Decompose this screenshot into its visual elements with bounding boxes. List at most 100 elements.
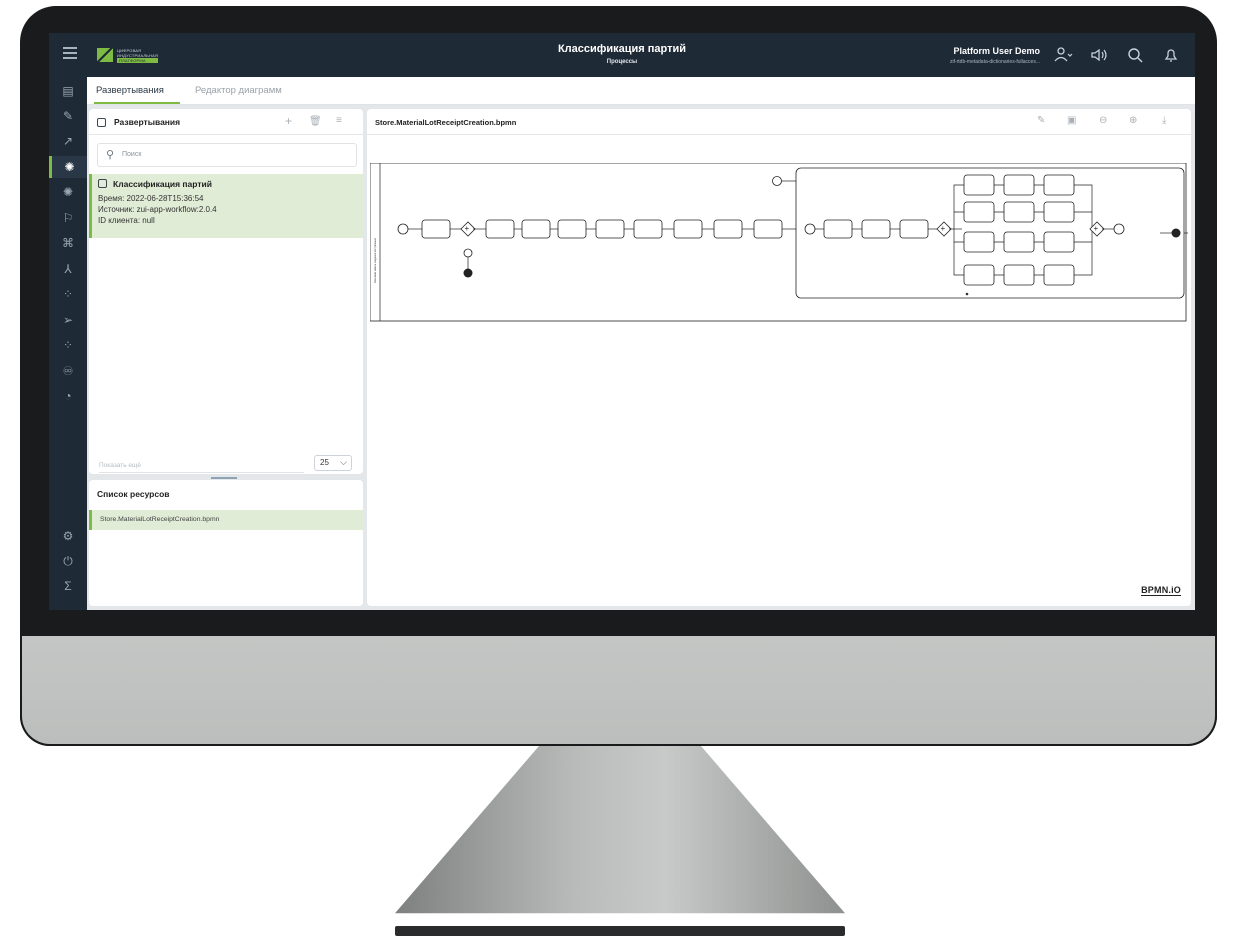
download-icon[interactable]: ⤓: [1162, 115, 1166, 126]
tab-deployments[interactable]: Развертывания: [96, 85, 164, 96]
deployment-title: Классификация партий: [113, 179, 212, 189]
task-box[interactable]: [1003, 231, 1035, 253]
deployments-header: Развертывания + 🗑 ≡: [89, 109, 363, 135]
task-box[interactable]: [1003, 174, 1035, 196]
subprocess-end-event[interactable]: [1113, 223, 1125, 235]
select-all-checkbox[interactable]: [97, 118, 106, 127]
task-box[interactable]: [1003, 264, 1035, 286]
gateway-plus-icon: +: [1094, 224, 1099, 233]
sort-icon[interactable]: ≡: [336, 115, 342, 126]
deployment-item[interactable]: Классификация партий Время: 2022-06-28T1…: [89, 174, 363, 238]
rail-send-icon[interactable]: ➢: [49, 309, 87, 331]
sound-icon[interactable]: [1089, 45, 1109, 65]
search-icon[interactable]: [1125, 45, 1145, 65]
search-icon: ⚲: [106, 149, 115, 161]
task-box[interactable]: [1003, 201, 1035, 223]
rail-dashboard-icon[interactable]: ◔: [49, 385, 87, 407]
user-name[interactable]: Platform User Demo: [953, 46, 1040, 56]
rail-flag-icon[interactable]: ⚐: [49, 207, 87, 229]
task-box[interactable]: [963, 201, 995, 223]
task-box[interactable]: [753, 219, 783, 239]
subprocess-start-event[interactable]: [804, 223, 816, 235]
deployment-time: Время: 2022-06-28T15:36:54: [98, 194, 204, 203]
page-size-select[interactable]: 25 ⌵: [314, 455, 352, 471]
search-placeholder: Поиск: [122, 151, 142, 158]
resize-handle[interactable]: [211, 477, 237, 479]
resource-item[interactable]: Store.MaterialLotReceiptCreation.bpmn: [89, 510, 363, 530]
edit-icon[interactable]: ✎: [1037, 115, 1045, 126]
rail-settings-icon[interactable]: ⚙: [49, 525, 87, 547]
task-box[interactable]: [1043, 264, 1075, 286]
zoom-in-icon[interactable]: ⊕: [1129, 115, 1137, 126]
bpmn-io-watermark[interactable]: BPMN.iO: [1141, 585, 1181, 596]
end-event[interactable]: [463, 268, 473, 278]
screen: ЦИФРОВАЯ ИНДУСТРИАЛЬНАЯ ПЛАТФОРМА Класси…: [49, 33, 1195, 610]
user-icon[interactable]: [1053, 45, 1073, 65]
top-bar: ЦИФРОВАЯ ИНДУСТРИАЛЬНАЯ ПЛАТФОРМА Класси…: [49, 33, 1195, 77]
tab-diagram-editor[interactable]: Редактор диаграмм: [195, 85, 282, 96]
timer-event[interactable]: [772, 176, 782, 186]
task-box[interactable]: [963, 264, 995, 286]
monitor-chin: [20, 636, 1217, 746]
task-box[interactable]: [1043, 231, 1075, 253]
rail-power-icon[interactable]: ⏻: [49, 550, 87, 572]
diagram-file-name: Store.MaterialLotReceiptCreation.bpmn: [375, 118, 517, 127]
deployment-checkbox[interactable]: [98, 179, 107, 188]
side-nav: ▤ ✎ ↗ ✺ ✺ ⚐ ⌘ ⅄ ⁘ ➢ ⁘ ♾ ◔ ⚙ ⏻ Σ: [49, 77, 87, 610]
fit-view-icon[interactable]: ▣: [1067, 115, 1076, 126]
zoom-out-icon[interactable]: ⊖: [1099, 115, 1107, 126]
user-role: zif-rtdb-metadata-dictionaries-fullacces…: [949, 59, 1040, 65]
process-end-event[interactable]: [1171, 228, 1181, 238]
task-box[interactable]: [557, 219, 587, 239]
task-box[interactable]: [1043, 174, 1075, 196]
add-icon[interactable]: +: [285, 114, 292, 128]
resource-name: Store.MaterialLotReceiptCreation.bpmn: [100, 516, 220, 523]
task-box[interactable]: [823, 219, 853, 239]
deployment-source: Источник: zui-app-workflow:2.0.4: [98, 205, 217, 214]
task-box[interactable]: [673, 219, 703, 239]
task-box[interactable]: [485, 219, 515, 239]
task-box[interactable]: [963, 174, 995, 196]
resources-panel: Список ресурсов Store.MaterialLotReceipt…: [89, 480, 363, 606]
task-box[interactable]: [963, 231, 995, 253]
task-box[interactable]: [861, 219, 891, 239]
page-size-value: 25: [320, 458, 329, 467]
search-input[interactable]: ⚲ Поиск: [97, 143, 357, 167]
rail-sun-icon[interactable]: ✺: [49, 181, 87, 203]
monitor-stand-base: [395, 926, 845, 936]
deployment-client: ID клиента: null: [98, 216, 155, 225]
deployments-title: Развертывания: [114, 117, 181, 127]
rail-graph-icon[interactable]: ⌘: [49, 232, 87, 254]
gateway-plus-icon: +: [941, 224, 946, 233]
delete-icon[interactable]: 🗑: [309, 116, 322, 127]
intermediate-event[interactable]: [463, 248, 473, 258]
bpmn-canvas[interactable]: Массовая запись создание поступления + +…: [370, 163, 1188, 323]
diagram-panel: Store.MaterialLotReceiptCreation.bpmn ✎ …: [367, 109, 1191, 606]
task-box[interactable]: [595, 219, 625, 239]
rail-sum-icon[interactable]: Σ: [49, 575, 87, 597]
bell-icon[interactable]: [1161, 45, 1181, 65]
resources-title: Список ресурсов: [97, 489, 170, 499]
task-box[interactable]: [713, 219, 743, 239]
active-tab-indicator: [94, 102, 180, 104]
start-event[interactable]: [397, 223, 409, 235]
rail-users-icon[interactable]: ♾: [49, 360, 87, 382]
gateway-plus-icon: +: [465, 224, 470, 233]
rail-document-icon[interactable]: ▤: [49, 80, 87, 102]
rail-apps-add-icon[interactable]: ⁘: [49, 334, 87, 356]
rail-pencil-icon[interactable]: ✎: [49, 105, 87, 127]
diagram-header: Store.MaterialLotReceiptCreation.bpmn ✎ …: [367, 109, 1191, 135]
task-box[interactable]: [421, 219, 451, 239]
task-box[interactable]: [521, 219, 551, 239]
task-box[interactable]: [633, 219, 663, 239]
show-more-link[interactable]: Показать ещё: [99, 462, 304, 473]
deployments-panel: Развертывания + 🗑 ≡ ⚲ Поиск Классификаци…: [89, 109, 363, 479]
rail-processes-icon[interactable]: ✺: [49, 156, 87, 178]
rail-fork-icon[interactable]: ⅄: [49, 258, 87, 280]
monitor-stand: [395, 746, 845, 914]
rail-apps-icon[interactable]: ⁘: [49, 283, 87, 305]
task-box[interactable]: [1043, 201, 1075, 223]
chevron-down-icon: ⌵: [340, 457, 347, 467]
task-box[interactable]: [899, 219, 929, 239]
rail-chart-icon[interactable]: ↗: [49, 130, 87, 152]
